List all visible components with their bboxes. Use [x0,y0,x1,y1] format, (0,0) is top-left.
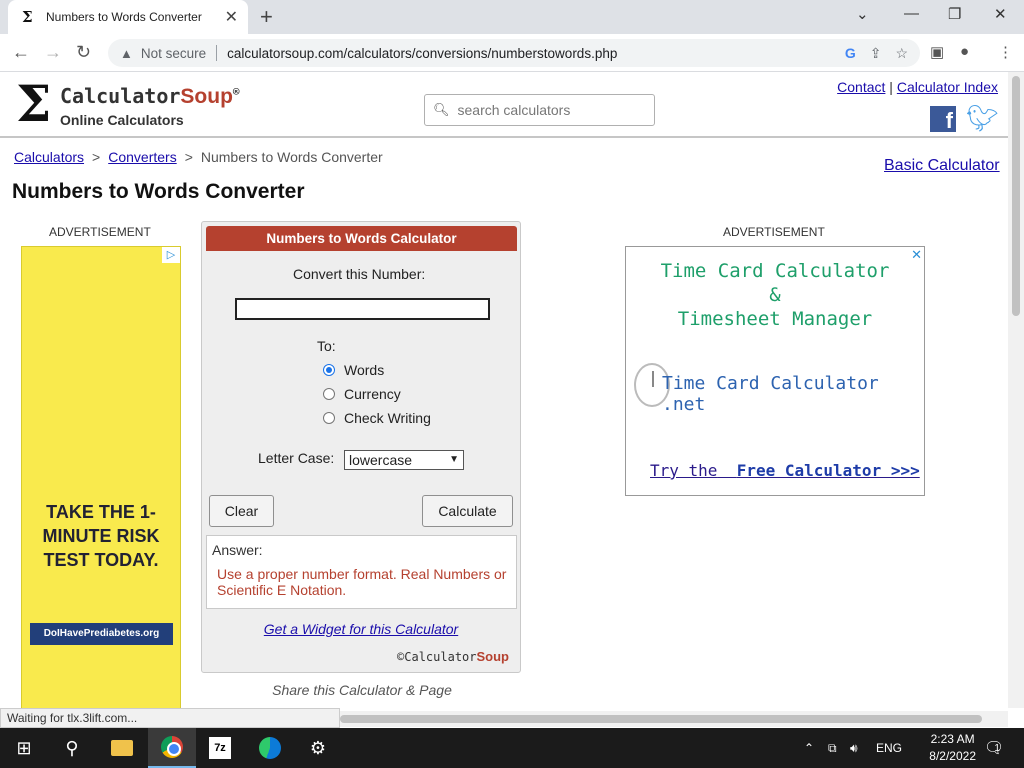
share-text: Share this Calculator & Page [272,682,452,698]
calculatorsoup-favicon-icon: Σ [22,8,33,26]
scrollbar-thumb[interactable] [1012,76,1020,316]
ad-label-left: ADVERTISEMENT [49,225,151,239]
site-header: Σ CalculatorSoup® Online Calculators 🔍︎ … [0,72,1008,138]
tab-title: Numbers to Words Converter [46,10,202,24]
reload-icon[interactable]: ↻ [76,42,91,63]
clear-button[interactable]: Clear [209,495,274,527]
tab-search-chevron-icon[interactable]: ⌄ [856,5,869,23]
logo-subtitle: Online Calculators [60,112,184,128]
system-clock[interactable]: 2:23 AM 8/2/2022 [929,731,976,765]
radio-unselected-icon[interactable] [323,388,335,400]
forward-arrow-icon[interactable]: → [44,42,62,63]
numbers-to-words-calculator: Numbers to Words Calculator Convert this… [201,221,521,673]
settings-gear-icon[interactable]: ⚙ [294,728,342,768]
radio-check-writing[interactable]: Check Writing [323,410,431,426]
7zip-icon[interactable]: 7z [196,728,244,768]
twitter-icon[interactable]: 🐦︎ [966,104,999,132]
radio-unselected-icon[interactable] [323,412,335,424]
web-page: Σ CalculatorSoup® Online Calculators 🔍︎ … [0,72,1008,708]
horizontal-scrollbar[interactable] [340,711,1008,727]
breadcrumb-converters[interactable]: Converters [108,149,176,165]
close-tab-icon[interactable]: ✕ [225,7,238,27]
browser-status: Waiting for tlx.3lift.com... [0,708,340,728]
restore-icon[interactable]: ❐ [948,5,961,23]
sigma-logo-icon[interactable]: Σ [16,76,51,132]
ad-right-site[interactable]: Time Card Calculator .net [662,373,924,415]
google-lens-icon[interactable]: G [845,45,856,62]
omnibox-divider [216,45,218,61]
close-window-icon[interactable]: ✕ [994,5,1007,23]
minimize-icon[interactable]: — [904,5,919,22]
calculator-copyright: ©CalculatorSoup [397,649,509,664]
browser-tab[interactable]: Σ Numbers to Words Converter ✕ [8,0,248,34]
answer-box: Answer: Use a proper number format. Real… [206,535,517,609]
side-panel-icon[interactable]: ▣ [930,43,944,61]
ad-label-right: ADVERTISEMENT [723,225,825,239]
notifications-icon[interactable]: 🗨︎ 1 [984,728,1004,768]
address-bar[interactable]: ▲ Not secure calculatorsoup.com/calculat… [108,39,920,67]
address-toolbar: ← → ↻ ▲ Not secure calculatorsoup.com/ca… [0,34,1024,72]
widget-link[interactable]: Get a Widget for this Calculator [202,621,520,637]
radio-currency[interactable]: Currency [323,386,401,402]
radio-selected-icon[interactable] [323,364,335,376]
vertical-scrollbar[interactable] [1008,72,1024,708]
ad-right-cta[interactable]: Try the Free Calculator >>> [650,461,920,480]
browser-tab-bar: Σ Numbers to Words Converter ✕ + ⌄ — ❐ ✕ [0,0,1024,34]
letter-case-label: Letter Case: [258,450,335,466]
calculator-title: Numbers to Words Calculator [206,226,517,251]
ad-right-title[interactable]: Time Card Calculator & Timesheet Manager [626,259,924,331]
search-input[interactable] [457,102,646,118]
url-text[interactable]: calculatorsoup.com/calculators/conversio… [227,46,845,61]
volume-icon[interactable]: 🔊︎ [850,728,858,768]
search-icon: 🔍︎ [433,102,450,117]
scrollbar-thumb[interactable] [340,715,982,723]
top-links: Contact | Calculator Index [837,79,998,95]
radio-words[interactable]: Words [323,362,384,378]
number-input[interactable] [235,298,490,320]
facebook-icon[interactable]: f [930,106,956,133]
site-logo[interactable]: CalculatorSoup® [60,84,240,109]
ad-left-badge[interactable]: DoIHavePrediabetes.org [30,623,173,645]
answer-message: Use a proper number format. Real Numbers… [217,566,507,598]
warning-triangle-icon[interactable]: ▲ [120,46,133,61]
answer-label: Answer: [212,542,263,558]
language-indicator[interactable]: ENG [876,728,902,768]
menu-kebab-icon[interactable]: ⋮ [998,43,1013,61]
calculate-button[interactable]: Calculate [422,495,513,527]
network-icon[interactable]: ⧉ [828,728,837,768]
basic-calculator-link[interactable]: Basic Calculator [884,157,1000,175]
adchoices-icon[interactable]: ▷ [162,247,180,263]
profile-avatar-icon[interactable]: ● [960,43,969,60]
right-advertisement[interactable]: ✕ Time Card Calculator & Timesheet Manag… [625,246,925,496]
convert-label: Convert this Number: [293,266,426,282]
back-arrow-icon[interactable]: ← [12,42,30,63]
ad-left-headline[interactable]: TAKE THE 1-MINUTE RISK TEST TODAY. [22,500,180,572]
left-advertisement[interactable]: ▷ TAKE THE 1-MINUTE RISK TEST TODAY. DoI… [21,246,181,708]
share-icon[interactable]: ⇪ [870,45,882,62]
bookmark-star-icon[interactable]: ☆ [895,45,908,62]
file-explorer-icon[interactable] [98,728,146,768]
contact-link[interactable]: Contact [837,79,885,95]
page-title: Numbers to Words Converter [12,180,305,203]
chevron-down-icon: ▼ [449,454,459,465]
chrome-icon[interactable] [148,728,196,768]
site-search[interactable]: 🔍︎ [424,94,655,126]
breadcrumb-calculators[interactable]: Calculators [14,149,84,165]
edge-icon[interactable] [246,728,294,768]
to-label: To: [317,338,336,354]
new-tab-icon[interactable]: + [260,4,273,30]
letter-case-select[interactable]: lowercase ▼ [344,450,464,470]
breadcrumb: Calculators > Converters > Numbers to Words … [14,149,383,165]
security-status[interactable]: Not secure [141,46,206,61]
calculator-index-link[interactable]: Calculator Index [897,79,998,95]
show-hidden-icons-icon[interactable]: ⌃ [804,728,814,768]
search-icon[interactable]: ⚲ [48,728,96,768]
breadcrumb-current: Numbers to Words Converter [200,149,383,165]
windows-taskbar: ⊞ ⚲ 7z ⚙ ⌃ ⧉ 🔊︎ ENG 2:23 AM 8/2/2022 🗨︎ 1 [0,728,1024,768]
windows-start-icon[interactable]: ⊞ [0,728,48,768]
